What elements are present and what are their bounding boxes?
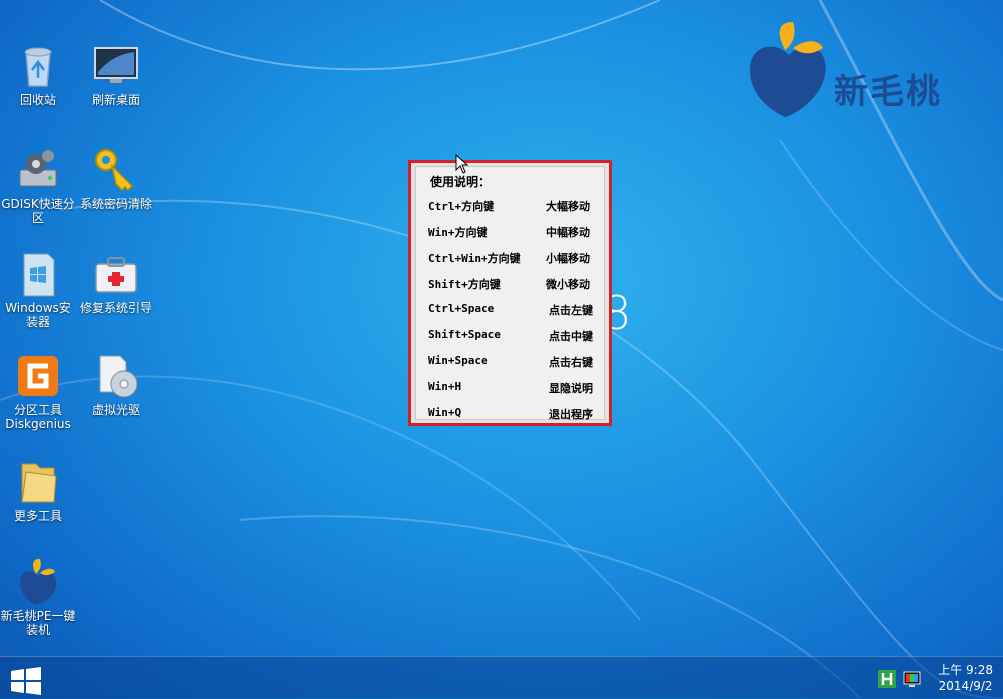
shortcut-key: Shift+方向键	[428, 278, 501, 291]
shortcut-key: Win+Q	[428, 406, 462, 419]
shortcut-action: 大幅移动	[546, 200, 590, 213]
shortcut-key: Ctrl+Space	[428, 302, 495, 315]
desktop-icon-label: 更多工具	[13, 509, 62, 523]
shortcut-row: Ctrl+Win+方向键 小幅移动	[428, 250, 608, 270]
windows-installer-shortcut[interactable]: Windows安装器	[0, 250, 76, 329]
shortcut-action: 点击左键	[549, 304, 593, 317]
shortcut-row: Shift+Space 点击中键	[428, 328, 608, 348]
h-tray-icon[interactable]	[878, 670, 896, 688]
windows-installer-icon	[23, 253, 55, 297]
mouse-cursor-icon	[455, 154, 469, 174]
shortcut-action: 点击中键	[549, 330, 593, 343]
disk-gear-icon	[19, 150, 57, 187]
shortcut-action: 点击右键	[549, 356, 593, 369]
usage-help-title: 使用说明：	[430, 175, 491, 189]
desktop-icon-label: Windows安装器	[5, 301, 71, 329]
desktop-icon-label: 虚拟光驱	[91, 403, 140, 417]
desktop-icon-label: 系统密码清除	[79, 197, 152, 211]
folder-icon	[21, 463, 57, 503]
shortcut-key: Win+方向键	[428, 226, 488, 239]
display-tray-icon[interactable]	[903, 670, 921, 688]
shortcut-row: Ctrl+Space 点击左键	[428, 302, 608, 322]
recycle-bin-icon	[24, 47, 52, 87]
start-windows-icon[interactable]	[10, 667, 42, 695]
taskbar: 上午 9:28 2014/9/2	[0, 656, 1003, 699]
virtual-drive-shortcut[interactable]: 虚拟光驱	[78, 352, 154, 417]
shortcut-action: 微小移动	[546, 278, 590, 291]
shortcut-row: Shift+方向键 微小移动	[428, 276, 608, 296]
shortcut-row: Ctrl+方向键 大幅移动	[428, 198, 608, 218]
first-aid-kit-icon	[95, 257, 137, 293]
repair-boot-shortcut[interactable]: 修复系统引导	[78, 250, 154, 315]
shortcut-action: 小幅移动	[546, 252, 590, 265]
shortcut-key: Ctrl+方向键	[428, 200, 495, 213]
usage-help-dialog[interactable]: 使用说明： Ctrl+方向键 大幅移动 Win+方向键 中幅移动 Ctrl+Wi…	[408, 160, 612, 426]
shortcut-row: Win+方向键 中幅移动	[428, 224, 608, 244]
refresh-desktop-shortcut[interactable]: 刷新桌面	[78, 42, 154, 107]
shortcut-key: Win+Space	[428, 354, 488, 367]
shortcut-action: 中幅移动	[546, 226, 590, 239]
desktop-icon-label: GDISK快速分区	[1, 197, 75, 225]
peach-logo-icon	[20, 558, 57, 605]
shortcut-key: Shift+Space	[428, 328, 501, 341]
desktop-icon-label: 回收站	[19, 93, 56, 107]
password-clear-shortcut[interactable]: 系统密码清除	[78, 146, 154, 211]
diskgenius-icon	[18, 356, 58, 396]
usage-help-panel: 使用说明： Ctrl+方向键 大幅移动 Win+方向键 中幅移动 Ctrl+Wi…	[415, 166, 608, 421]
pe-installer-shortcut[interactable]: 新毛桃PE一键装机	[0, 558, 76, 637]
virtual-disc-icon	[99, 355, 138, 398]
desktop-icon-label: 分区工具Diskgenius	[5, 403, 71, 431]
more-tools-shortcut[interactable]: 更多工具	[0, 458, 76, 523]
desktop-icon-label: 刷新桌面	[91, 93, 140, 107]
shortcut-action: 退出程序	[549, 408, 593, 421]
clock-time: 上午 9:28	[938, 663, 993, 677]
desktop-icon-label: 新毛桃PE一键装机	[0, 609, 76, 637]
clock-date: 2014/9/2	[938, 679, 993, 693]
monitor-icon	[94, 47, 138, 83]
shortcut-key: Win+H	[428, 380, 462, 393]
shortcut-row: Win+Space 点击右键	[428, 354, 608, 374]
diskgenius-shortcut[interactable]: 分区工具Diskgenius	[0, 352, 76, 431]
shortcut-row: Win+Q 退出程序	[428, 406, 608, 426]
desktop-icon-label: 修复系统引导	[79, 301, 152, 315]
key-icon	[95, 149, 134, 192]
shortcut-row: Win+H 显隐说明	[428, 380, 608, 400]
recycle-bin-shortcut[interactable]: 回收站	[0, 42, 76, 107]
system-clock[interactable]: 上午 9:28 2014/9/2	[938, 662, 993, 694]
gdisk-partition-shortcut[interactable]: GDISK快速分区	[0, 146, 76, 225]
brand-text: 新毛桃	[834, 72, 942, 112]
shortcut-key: Ctrl+Win+方向键	[428, 252, 521, 265]
shortcut-action: 显隐说明	[549, 382, 593, 395]
